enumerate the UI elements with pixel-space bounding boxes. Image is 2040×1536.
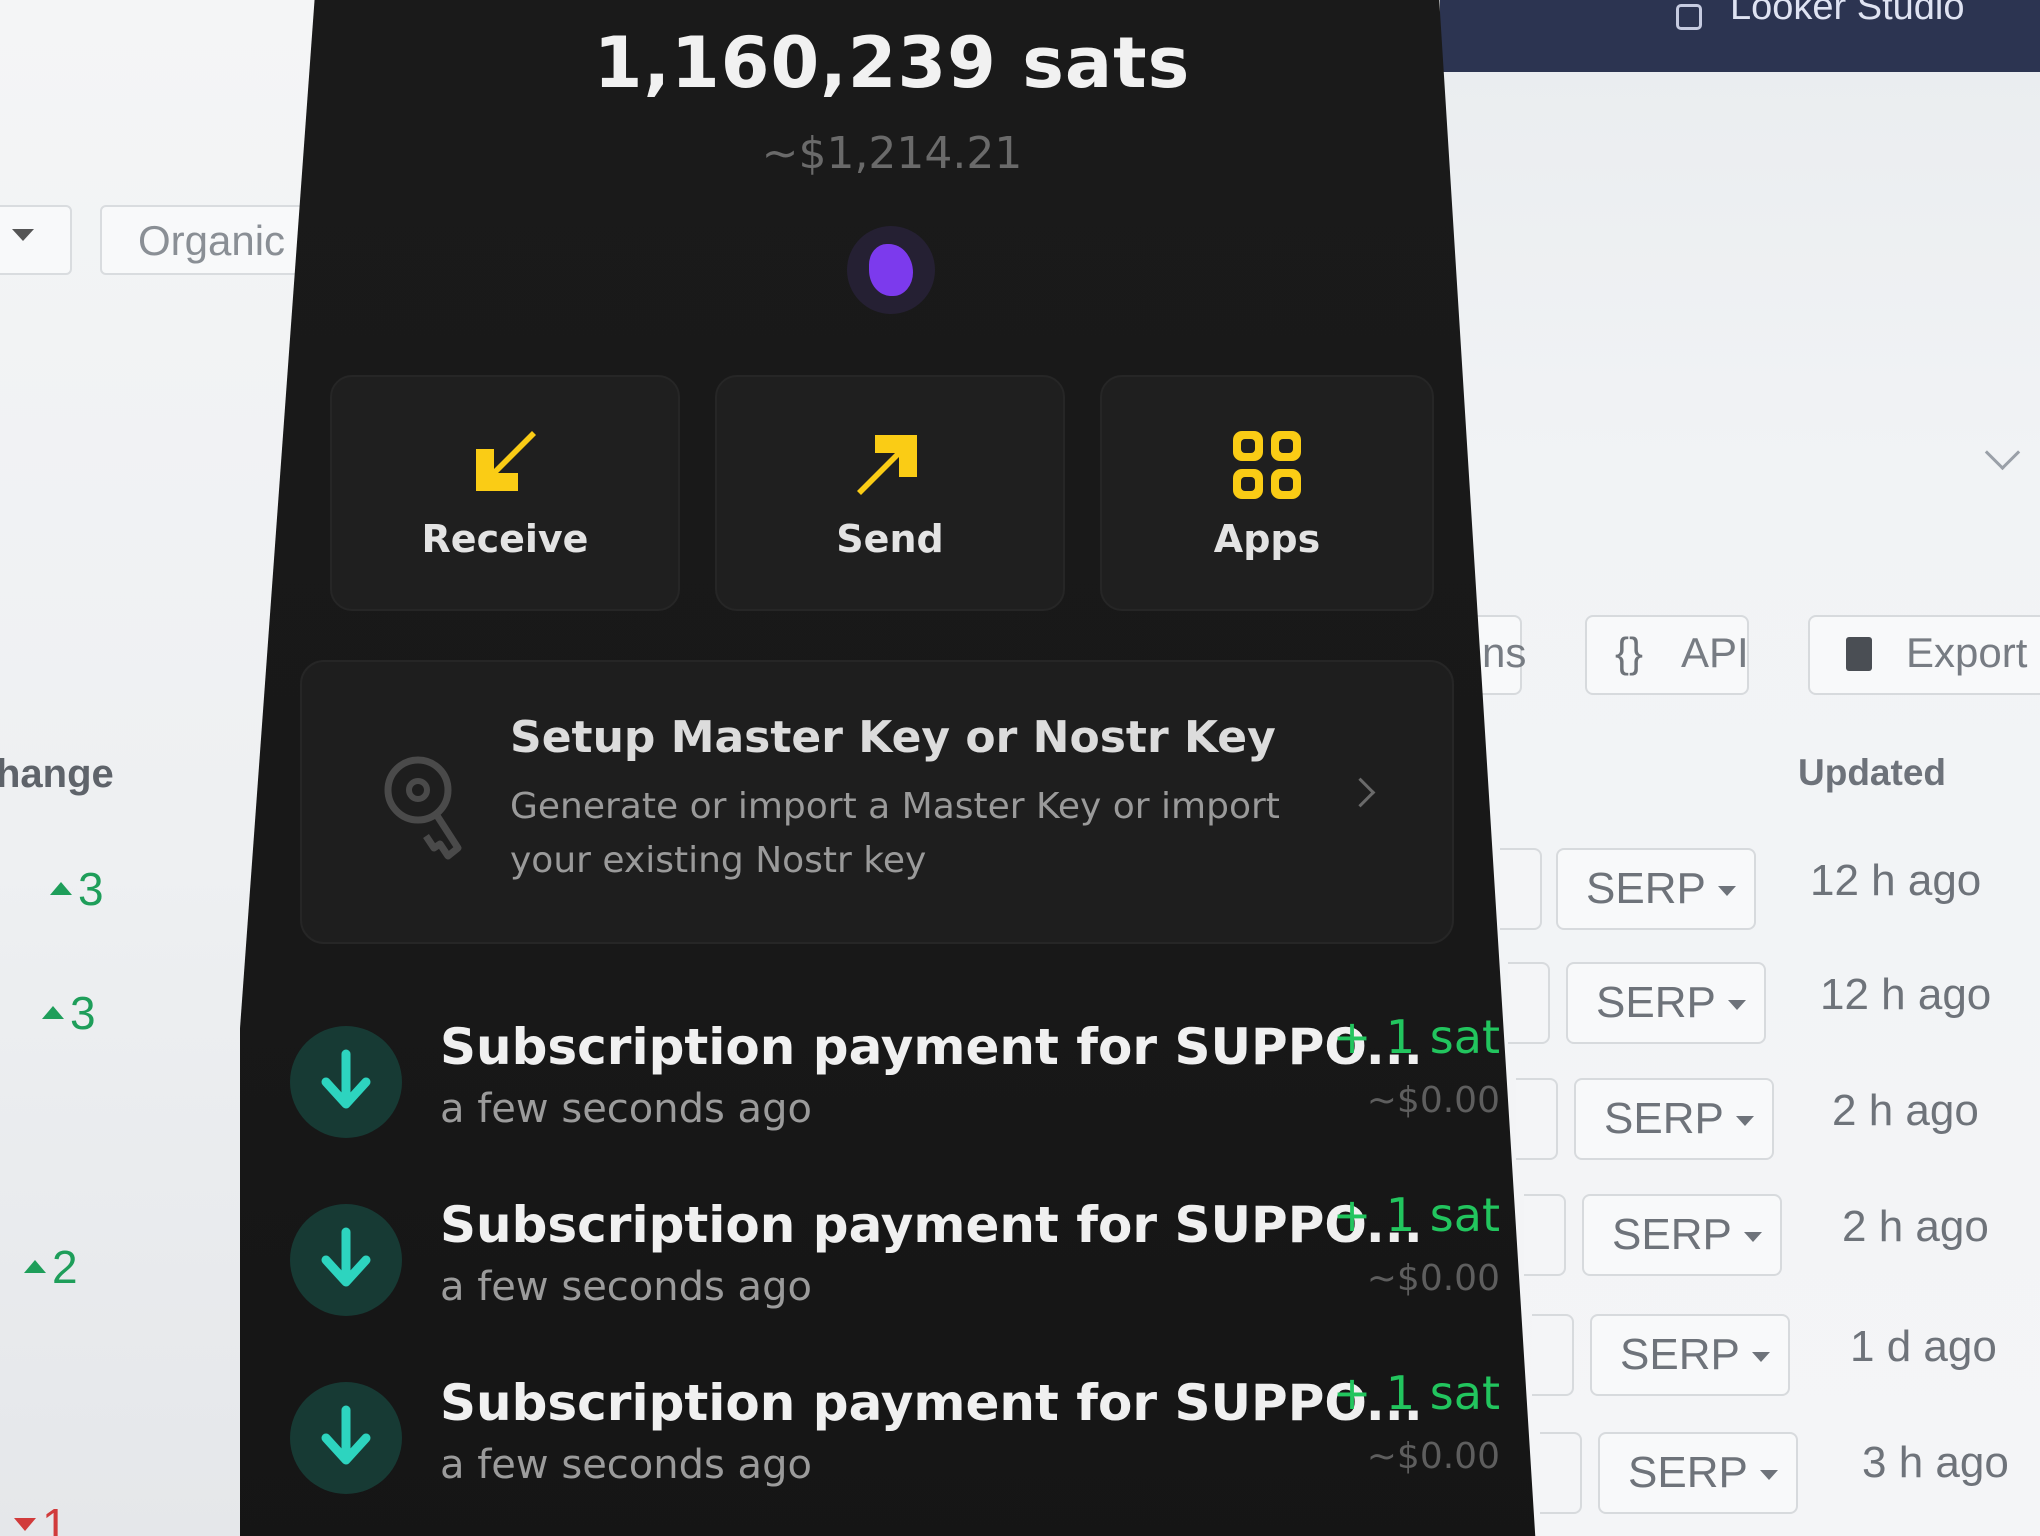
chevron-right-icon — [1345, 777, 1376, 808]
key-icon — [384, 756, 462, 860]
updated-value: 12 h ago — [1820, 970, 1992, 1019]
triangle-down-icon — [14, 1518, 36, 1531]
table-cell-edge — [1500, 848, 1542, 930]
toolbar-partial-label: ns — [1482, 629, 1527, 676]
chevron-down-icon — [1728, 1000, 1746, 1010]
setup-card-title: Setup Master Key or Nostr Key — [510, 712, 1276, 763]
change-value: 1 — [14, 1498, 68, 1536]
chevron-down-icon — [1736, 1116, 1754, 1126]
transaction-title: Subscription payment for SUPPO... — [440, 1196, 1423, 1254]
table-cell-edge — [1516, 1078, 1558, 1160]
transaction-icon-circle — [290, 1026, 402, 1138]
chevron-down-icon — [1760, 1470, 1778, 1480]
arrow-down-icon — [321, 1405, 371, 1465]
serp-label: SERP — [1596, 978, 1716, 1027]
apps-button[interactable]: Apps — [1100, 375, 1434, 611]
send-label: Send — [836, 517, 944, 561]
transaction-fiat: ~$0.00 — [1366, 1258, 1500, 1299]
table-cell-edge — [1540, 1432, 1582, 1514]
updated-value: 2 h ago — [1832, 1086, 1979, 1135]
transaction-fiat: ~$0.00 — [1366, 1080, 1500, 1121]
transaction-amount: + 1 sat — [1332, 1010, 1500, 1064]
export-button[interactable]: Export — [1808, 615, 2040, 695]
serp-label: SERP — [1586, 864, 1706, 913]
arrow-down-left-icon — [476, 431, 536, 491]
chevron-down-icon — [1744, 1232, 1762, 1242]
transaction-icon-circle — [290, 1382, 402, 1494]
serp-label: SERP — [1628, 1448, 1748, 1497]
document-icon — [1846, 637, 1872, 671]
alby-bee-icon — [869, 244, 913, 296]
setup-master-key-card[interactable]: Setup Master Key or Nostr Key Generate o… — [300, 660, 1454, 944]
serp-label: SERP — [1620, 1330, 1740, 1379]
transaction-time: a few seconds ago — [440, 1264, 812, 1310]
right-background-panel — [1440, 0, 2040, 1536]
serp-dropdown[interactable]: SERP — [1556, 848, 1756, 930]
receive-label: Receive — [421, 517, 589, 561]
change-value: 3 — [50, 862, 104, 916]
transaction-amount: + 1 sat — [1332, 1366, 1500, 1420]
wallet-avatar[interactable] — [847, 226, 935, 314]
api-label: API — [1681, 629, 1749, 676]
setup-card-description: Generate or import a Master Key or impor… — [510, 786, 1280, 881]
braces-icon: {} — [1615, 629, 1644, 676]
transaction-row[interactable]: Subscription payment for SUPPO... a few … — [270, 1366, 1500, 1516]
export-label: Export — [1906, 629, 2028, 676]
triangle-up-icon — [42, 1006, 64, 1019]
transaction-fiat: ~$0.00 — [1366, 1436, 1500, 1477]
serp-dropdown[interactable]: SERP — [1582, 1194, 1782, 1276]
serp-label: SERP — [1604, 1094, 1724, 1143]
transaction-row[interactable]: Subscription payment for SUPPO... a few … — [270, 1188, 1500, 1338]
apps-grid-icon — [1233, 431, 1301, 499]
arrow-down-icon — [321, 1227, 371, 1287]
api-button[interactable]: {} API — [1585, 615, 1749, 695]
transaction-time: a few seconds ago — [440, 1086, 812, 1132]
table-cell-edge — [1524, 1194, 1566, 1276]
transaction-icon-circle — [290, 1204, 402, 1316]
table-cell-edge — [1508, 962, 1550, 1044]
updated-value: 12 h ago — [1810, 856, 1982, 905]
chevron-down-icon — [1752, 1352, 1770, 1362]
triangle-up-icon — [50, 882, 72, 895]
transaction-amount: + 1 sat — [1332, 1188, 1500, 1242]
updated-column-header: Updated — [1798, 752, 1946, 793]
wallet-balance: 1,160,239 sats — [593, 22, 1191, 104]
receive-button[interactable]: Receive — [330, 375, 680, 611]
updated-value: 3 h ago — [1862, 1438, 2009, 1487]
change-value: 3 — [42, 986, 96, 1040]
chevron-down-icon — [1718, 886, 1736, 896]
send-button[interactable]: Send — [715, 375, 1065, 611]
serp-label: SERP — [1612, 1210, 1732, 1259]
arrow-up-right-icon — [857, 435, 917, 495]
triangle-up-icon — [24, 1260, 46, 1273]
serp-dropdown[interactable]: SERP — [1566, 962, 1766, 1044]
organic-select-value: Organic — [138, 217, 286, 264]
serp-dropdown[interactable]: SERP — [1574, 1078, 1774, 1160]
apps-label: Apps — [1213, 517, 1321, 561]
serp-dropdown[interactable]: SERP — [1590, 1314, 1790, 1396]
serp-dropdown[interactable]: SERP — [1598, 1432, 1798, 1514]
table-cell-edge — [1532, 1314, 1574, 1396]
updated-value: 1 d ago — [1850, 1322, 1997, 1371]
transaction-time: a few seconds ago — [440, 1442, 812, 1488]
transaction-row[interactable]: Subscription payment for SUPPO... a few … — [270, 1010, 1500, 1160]
transaction-title: Subscription payment for SUPPO... — [440, 1374, 1423, 1432]
screen: Organic hange 3 3 2 1 Looker Studio ns {… — [0, 0, 2040, 1536]
change-column-header: hange — [0, 752, 114, 796]
change-value: 2 — [24, 1240, 78, 1294]
arrow-down-icon — [321, 1049, 371, 1109]
transaction-title: Subscription payment for SUPPO... — [440, 1018, 1423, 1076]
updated-value: 2 h ago — [1842, 1202, 1989, 1251]
chevron-down-icon — [12, 229, 34, 241]
wallet-fiat-balance: ~$1,214.21 — [761, 128, 1023, 179]
left-dropdown[interactable] — [0, 205, 72, 275]
